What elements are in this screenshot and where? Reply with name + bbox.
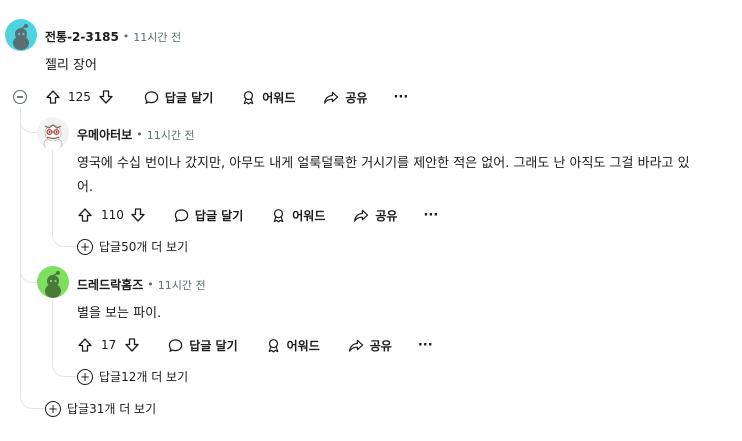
reply-button[interactable]: 답글 달기 xyxy=(144,89,213,106)
comment-body: 영국에 수십 번이나 갔지만, 아무도 내게 얼룩덜룩한 거시기를 제안한 적은… xyxy=(77,152,727,200)
award-label: 어워드 xyxy=(286,338,320,353)
speech-bubble-icon xyxy=(144,90,159,104)
more-options-button[interactable]: ··· xyxy=(393,90,408,105)
more-replies-link[interactable]: + 답글50개 더 보기 xyxy=(77,238,188,255)
share-icon xyxy=(324,91,339,104)
comment-author[interactable]: 우메아터보 xyxy=(77,126,132,143)
speech-bubble-icon xyxy=(174,208,189,222)
comment-body: 젤리 장어 xyxy=(45,58,97,73)
thread-more-replies-link[interactable]: + 답글31개 더 보기 xyxy=(45,400,156,417)
vote-score: 17 xyxy=(101,338,117,352)
comment-timestamp[interactable]: 11시간 전 xyxy=(147,127,195,143)
meta-separator: • xyxy=(136,128,143,141)
downvote-icon[interactable] xyxy=(124,337,140,353)
thread-line-reply1 xyxy=(52,150,53,236)
plus-circle-icon: + xyxy=(77,238,93,255)
share-button[interactable]: 공유 xyxy=(323,89,367,106)
comment-actions: 17 답글 달기 어워드 공유 ··· xyxy=(77,333,433,357)
vote-score: 110 xyxy=(101,208,124,222)
downvote-icon[interactable] xyxy=(98,89,114,105)
award-icon xyxy=(243,90,254,104)
comment-actions: 110 답글 달기 어워드 공유 ··· xyxy=(77,203,438,227)
award-icon xyxy=(268,338,278,352)
minus-icon xyxy=(17,96,23,98)
avatar[interactable] xyxy=(5,19,37,51)
share-label: 공유 xyxy=(345,90,368,105)
more-options-button[interactable]: ··· xyxy=(418,338,433,353)
upvote-icon[interactable] xyxy=(77,337,93,353)
thread-branch-1 xyxy=(20,112,39,133)
award-button[interactable]: 어워드 xyxy=(241,89,295,106)
thread-line-reply2 xyxy=(52,300,53,366)
thread-branch-2 xyxy=(20,250,39,283)
share-label: 공유 xyxy=(369,338,392,353)
more-replies-label: 답글50개 더 보기 xyxy=(99,240,189,254)
collapse-thread-button[interactable] xyxy=(13,90,27,104)
share-icon xyxy=(354,209,369,222)
comment-header: 드레드락홈즈 • 11시간 전 xyxy=(77,276,206,293)
avatar[interactable] xyxy=(37,266,69,298)
share-button[interactable]: 공유 xyxy=(353,207,397,224)
comment-body-line: 어. xyxy=(77,180,94,195)
speech-bubble-icon xyxy=(169,338,183,352)
plus-circle-icon: + xyxy=(45,400,61,417)
comment-header: 우메아터보 • 11시간 전 xyxy=(77,126,195,143)
comment-header: 전통-2-3185 • 11시간 전 xyxy=(45,28,181,45)
share-icon xyxy=(348,339,363,352)
award-label: 어워드 xyxy=(292,208,326,223)
share-button[interactable]: 공유 xyxy=(348,337,392,354)
award-button[interactable]: 어워드 xyxy=(266,337,320,354)
more-replies-label: 답글31개 더 보기 xyxy=(67,402,157,416)
share-label: 공유 xyxy=(375,208,398,223)
reply-button[interactable]: 답글 달기 xyxy=(174,207,243,224)
thread-branch-reply2-more xyxy=(52,360,77,377)
thread-branch-reply1-more xyxy=(52,230,77,247)
comment-author[interactable]: 드레드락홈즈 xyxy=(77,276,143,293)
comment-actions: 125 답글 달기 어워드 공유 ··· xyxy=(45,85,408,109)
reply-label: 답글 달기 xyxy=(189,338,238,353)
award-icon xyxy=(273,208,284,222)
comment-body-line: 영국에 수십 번이나 갔지만, 아무도 내게 얼룩덜룩한 거시기를 제안한 적은… xyxy=(77,156,690,171)
reply-label: 답글 달기 xyxy=(194,208,244,223)
thread-branch-more xyxy=(20,390,45,409)
plus-circle-icon: + xyxy=(77,368,93,385)
more-options-button[interactable]: ··· xyxy=(423,208,438,223)
reply-label: 답글 달기 xyxy=(164,90,214,105)
meta-separator: • xyxy=(147,278,154,291)
comment-timestamp[interactable]: 11시간 전 xyxy=(158,277,206,293)
meta-separator: • xyxy=(122,30,130,43)
comment-body: 별을 보는 파이. xyxy=(77,306,162,321)
more-replies-label: 답글12개 더 보기 xyxy=(99,370,189,384)
comment-author[interactable]: 전통-2-3185 xyxy=(45,28,119,45)
reply-button[interactable]: 답글 달기 xyxy=(168,337,238,354)
upvote-icon[interactable] xyxy=(77,207,93,223)
more-replies-link[interactable]: + 답글12개 더 보기 xyxy=(77,368,188,385)
comment-timestamp[interactable]: 11시간 전 xyxy=(133,29,181,45)
award-button[interactable]: 어워드 xyxy=(271,207,325,224)
vote-score: 125 xyxy=(68,90,91,104)
downvote-icon[interactable] xyxy=(130,207,146,223)
upvote-icon[interactable] xyxy=(45,89,61,105)
award-label: 어워드 xyxy=(262,90,296,105)
avatar[interactable] xyxy=(37,117,69,149)
